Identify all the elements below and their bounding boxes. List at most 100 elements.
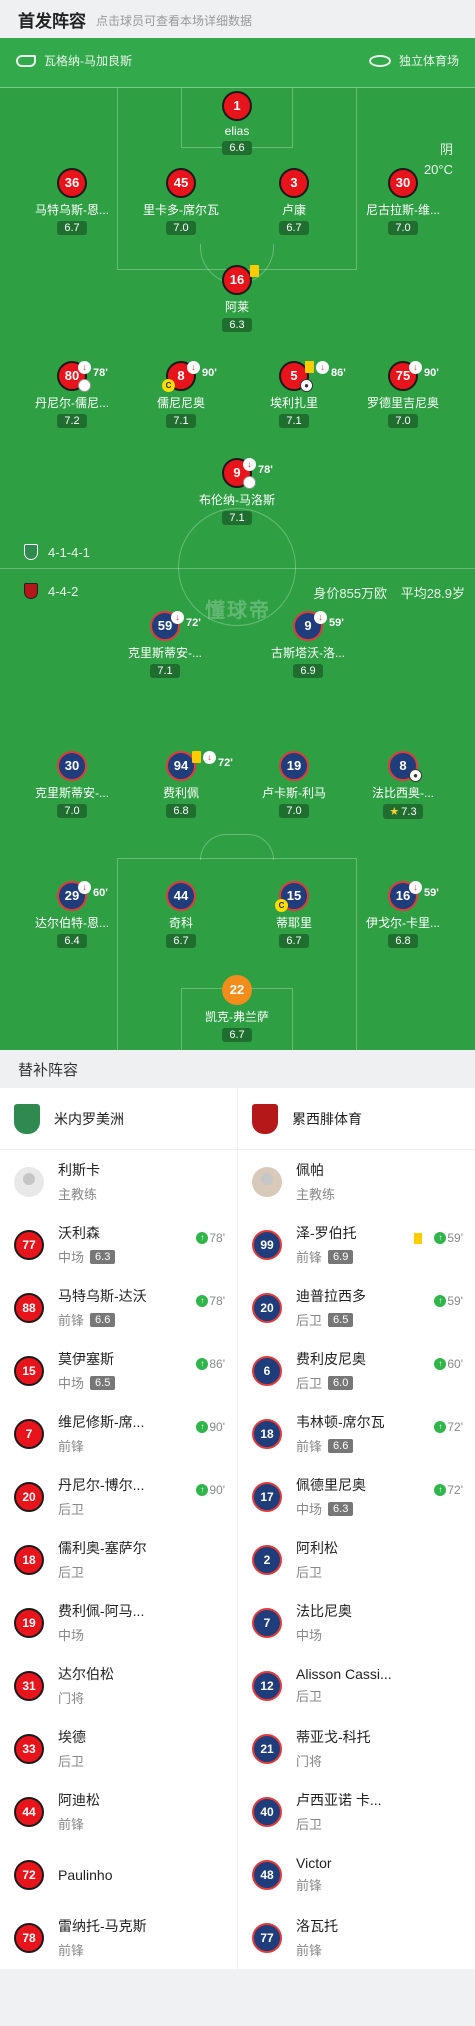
player-away-8[interactable]: 8 ● 法比西奥-... ★ 7.3 <box>343 751 463 820</box>
player-position: 后卫 <box>296 1565 323 1580</box>
player-position-line: 前锋 6.6 <box>296 1436 385 1455</box>
sub-player-row[interactable]: 20 迪普拉西多 后卫 6.5 ↑ 59' <box>238 1276 475 1339</box>
player-home-36[interactable]: 36 马特乌斯-恩... 6.7 <box>12 168 132 236</box>
sub-player-row[interactable]: 99 泽-罗伯托 前锋 6.9 ↑ 59' <box>238 1213 475 1276</box>
player-away-22[interactable]: 22 凯克-弗兰萨 6.7 <box>177 975 297 1043</box>
player-away-29[interactable]: 29 ↓ 60' 达尔伯特-恩... 6.4 <box>12 881 132 949</box>
player-away-59[interactable]: 59 ↓ 72' 克里斯蒂安-... 7.1 <box>105 611 225 679</box>
away-team-row[interactable]: 累西腓体育 <box>238 1088 475 1150</box>
sub-player-row[interactable]: 33 埃德 后卫 <box>0 1717 237 1780</box>
player-number: 20 <box>14 1481 44 1512</box>
sub-player-row[interactable]: 77 洛瓦托 前锋 <box>238 1906 475 1969</box>
player-away-15[interactable]: 15 C 蒂耶里 6.7 <box>234 881 354 949</box>
sub-player-row[interactable]: 18 韦林顿-席尔瓦 前锋 6.6 ↑ 72' <box>238 1402 475 1465</box>
player-position: 前锋 <box>296 1878 323 1893</box>
home-subs-column: 米内罗美洲 利斯卡 主教练 77 沃利森 中场 6.3 ↑ 78' 88 马特乌斯-达沃 前锋 6… <box>0 1088 237 1969</box>
player-position: 中场 <box>58 1250 85 1265</box>
player-info: 马特乌斯-达沃 前锋 6.6 <box>58 1286 147 1329</box>
player-number: 72 <box>14 1859 44 1890</box>
player-home-45[interactable]: 45 里卡多-席尔瓦 7.0 <box>121 168 241 236</box>
player-position-line: 后卫 <box>296 1814 382 1833</box>
yellow-card-icon <box>414 1232 423 1244</box>
player-away-94[interactable]: 94 ↓ 72' 费利佩 6.8 <box>121 751 241 819</box>
sub-in-icon: ↑ <box>434 1232 447 1244</box>
sub-player-row[interactable]: 19 费利佩-阿马... 中场 <box>0 1591 237 1654</box>
away-coach-row[interactable]: 佩帕 主教练 <box>238 1150 475 1213</box>
player-number: 15 C <box>275 881 309 912</box>
player-home-80[interactable]: 80 ↓ 78' 丹尼尔-儒尼... 7.2 <box>12 361 132 429</box>
sub-player-row[interactable]: 21 蒂亚戈-科托 门将 <box>238 1717 475 1780</box>
player-number: 20 <box>252 1292 282 1323</box>
sub-player-row[interactable]: 15 莫伊塞斯 中场 6.5 ↑ 86' <box>0 1339 237 1402</box>
sub-player-row[interactable]: 88 马特乌斯-达沃 前锋 6.6 ↑ 78' <box>0 1276 237 1339</box>
player-number: 9 ↓ 78' <box>222 458 273 489</box>
player-name: 阿莱 <box>224 300 249 314</box>
player-name: 沃利森 <box>58 1225 100 1241</box>
sub-out-icon: ↓ <box>78 881 91 894</box>
sub-player-row[interactable]: 31 达尔伯松 门将 <box>0 1654 237 1717</box>
player-number-text: 29 <box>64 888 80 903</box>
player-rating: 6.3 <box>328 1501 354 1516</box>
sub-player-row[interactable]: 17 佩德里尼奥 中场 6.3 ↑ 72' <box>238 1465 475 1528</box>
player-away-30[interactable]: 30 克里斯蒂安-... 7.0 <box>12 751 132 819</box>
lineup-page: 首发阵容 点击球员可查看本场详细数据 瓦格纳-马加良斯 独立体育场 懂球帝 阴 … <box>0 0 475 2026</box>
player-info: 费利佩-阿马... 中场 <box>58 1601 144 1644</box>
player-number: 19 <box>14 1607 44 1638</box>
sub-player-row[interactable]: 2 阿利松 后卫 <box>238 1528 475 1591</box>
sub-in-time: ↑ 78' <box>196 1294 225 1308</box>
sub-player-row[interactable]: 44 阿迪松 前锋 <box>0 1780 237 1843</box>
assist-icon <box>243 476 256 489</box>
player-name: 埃利扎里 <box>269 396 318 410</box>
sub-in-time: ↑ 78' <box>196 1231 225 1245</box>
sub-player-row[interactable]: 72 Paulinho <box>0 1843 237 1906</box>
sub-player-row[interactable]: 77 沃利森 中场 6.3 ↑ 78' <box>0 1213 237 1276</box>
player-number: 44 <box>14 1796 44 1827</box>
player-info: 阿利松 后卫 <box>296 1538 338 1581</box>
home-coach-row[interactable]: 利斯卡 主教练 <box>0 1150 237 1213</box>
player-position: 后卫 <box>58 1502 85 1517</box>
player-number: 12 <box>252 1670 282 1701</box>
sub-player-row[interactable]: 18 儒利奥-塞萨尔 后卫 <box>0 1528 237 1591</box>
home-team-row[interactable]: 米内罗美洲 <box>0 1088 237 1150</box>
sub-player-row[interactable]: 6 费利皮尼奥 后卫 6.0 ↑ 60' <box>238 1339 475 1402</box>
player-name: 洛瓦托 <box>296 1918 338 1934</box>
player-home-5[interactable]: 5 ↓ 86' ● 埃利扎里 7.1 <box>234 361 354 429</box>
captain-icon: C <box>275 899 288 912</box>
sub-player-row[interactable]: 7 法比尼奥 中场 <box>238 1591 475 1654</box>
player-position-line: 前锋 6.9 <box>296 1247 357 1266</box>
player-number: 5 ↓ 86' ● <box>279 361 346 392</box>
player-home-3[interactable]: 3 卢康 6.7 <box>234 168 354 236</box>
home-formation: 4-1-4-1 <box>24 544 90 560</box>
sub-player-row[interactable]: 78 雷纳托-马克斯 前锋 <box>0 1906 237 1969</box>
sub-player-row[interactable]: 40 卢西亚诺 卡... 后卫 <box>238 1780 475 1843</box>
player-away-16[interactable]: 16 ↓ 59' 伊戈尔-卡里... 6.8 <box>343 881 463 949</box>
player-number-text: 8 <box>177 368 185 383</box>
player-home-30[interactable]: 30 尼古拉斯-维... 7.0 <box>343 168 463 236</box>
player-position: 前锋 <box>58 1439 85 1454</box>
player-number-text: 9 <box>304 618 312 633</box>
sub-player-row[interactable]: 20 丹尼尔-博尔... 后卫 ↑ 90' <box>0 1465 237 1528</box>
sub-player-row[interactable]: 12 Alisson Cassi... 后卫 <box>238 1654 475 1717</box>
sub-player-row[interactable]: 7 维尼修斯-席... 前锋 ↑ 90' <box>0 1402 237 1465</box>
player-home-75[interactable]: 75 ↓ 90' 罗德里吉尼奥 7.0 <box>343 361 463 429</box>
player-home-16[interactable]: 16 阿莱 6.3 <box>177 265 297 333</box>
player-name: 埃德 <box>58 1729 86 1745</box>
player-name: 迪普拉西多 <box>296 1288 366 1304</box>
player-number: 30 <box>57 751 87 781</box>
player-number: 40 <box>252 1796 282 1827</box>
player-home-8[interactable]: 8 ↓ 90' C 儒尼尼奥 7.1 <box>121 361 241 429</box>
player-number: 99 <box>252 1229 282 1260</box>
home-team-name: 米内罗美洲 <box>54 1110 124 1127</box>
player-away-9[interactable]: 9 ↓ 59' 古斯塔沃-洛... 6.9 <box>248 611 368 679</box>
sub-minute: 72' <box>186 617 201 629</box>
player-position-line: 后卫 6.5 <box>296 1310 366 1329</box>
player-home-1[interactable]: 1 elias 6.6 <box>177 91 297 156</box>
player-home-9[interactable]: 9 ↓ 78' 布伦纳-马洛斯 7.1 <box>177 458 297 526</box>
player-away-19[interactable]: 19 卢卡斯-利马 7.0 <box>234 751 354 819</box>
player-rating: 6.5 <box>328 1312 354 1327</box>
player-away-44[interactable]: 44 奇科 6.7 <box>121 881 241 949</box>
sub-player-row[interactable]: 48 Victor 前锋 <box>238 1843 475 1906</box>
sub-in-minute: 90' <box>209 1420 225 1434</box>
player-rating: 7.0 <box>388 221 418 235</box>
player-name: 尼古拉斯-维... <box>366 203 440 217</box>
